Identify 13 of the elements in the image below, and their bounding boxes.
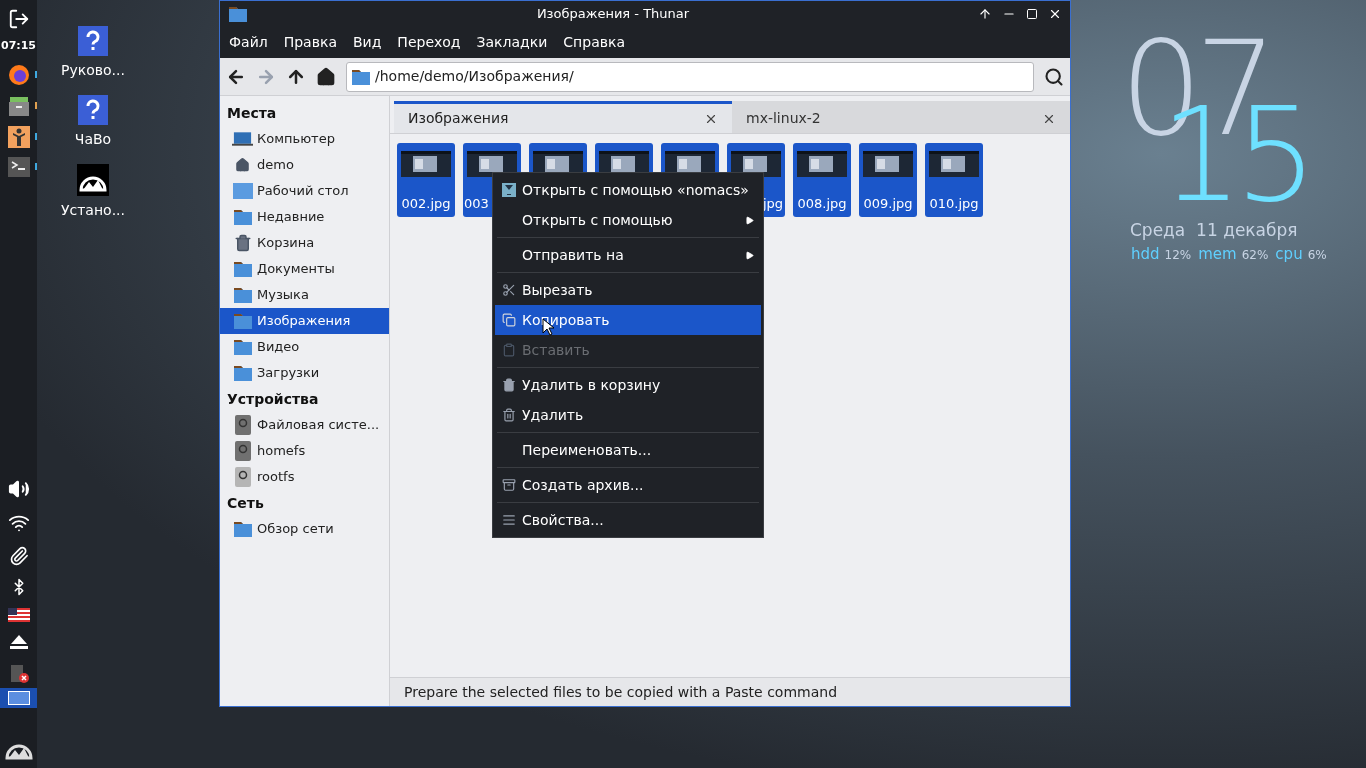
sidebar-heading: Места [226,103,278,123]
date-text: Среда 11 декабря [1130,219,1298,242]
stat-label: hdd [1131,244,1160,265]
sidebar-heading: Сеть [226,493,265,513]
panel-clock: 07:15 [1,38,36,54]
stat-label: mem [1198,244,1237,265]
window-title: Изображения - Thunar [535,5,691,24]
stat-label: cpu [1275,244,1303,265]
sidebar-heading: Устройства [226,389,320,409]
stat-value: 12% [1164,247,1192,264]
stat-value: 62% [1241,247,1269,264]
stat-value: 6% [1307,247,1327,264]
status-text: Prepare the selected files to be copied with a Paste command [404,682,837,702]
